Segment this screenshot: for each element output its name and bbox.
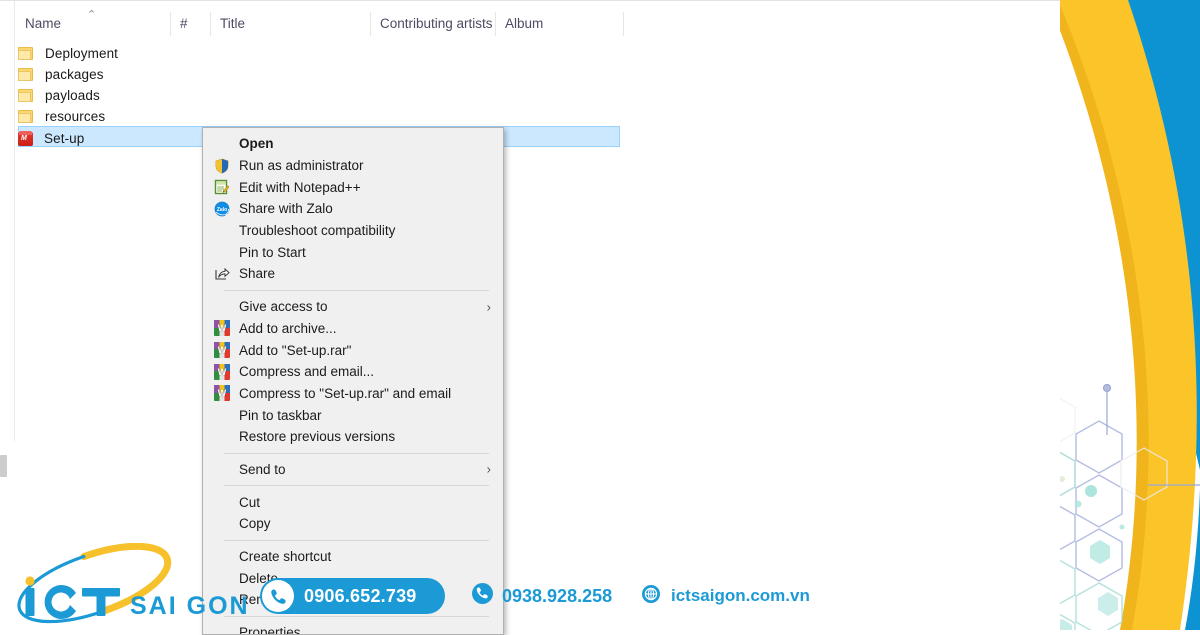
share-icon xyxy=(214,266,230,282)
menu-item-run-as-administrator[interactable]: Run as administrator xyxy=(203,155,503,177)
chevron-right-icon: › xyxy=(486,461,491,477)
list-item[interactable]: payloads xyxy=(18,85,100,106)
uac-shield-icon xyxy=(214,158,230,174)
vertical-scrollbar-thumb[interactable] xyxy=(0,455,7,477)
menu-item-label: Compress and email... xyxy=(239,364,375,380)
file-name-label: Deployment xyxy=(45,46,119,61)
menu-item-label: Run as administrator xyxy=(239,158,364,174)
menu-item-label: Cut xyxy=(239,494,261,510)
file-name-label: payloads xyxy=(45,88,100,103)
menu-item-open[interactable]: Open xyxy=(203,133,503,155)
file-explorer-pane: Name ⌃ # Title Contributing artists Albu… xyxy=(0,0,1060,630)
winrar-icon xyxy=(214,385,230,402)
menu-item-label: Restore previous versions xyxy=(239,429,396,445)
menu-item-label: Troubleshoot compatibility xyxy=(239,223,396,239)
pane-top-border xyxy=(0,0,1060,1)
column-header-bar: Name ⌃ # Title Contributing artists Albu… xyxy=(15,8,1060,39)
menu-item-label: Pin to taskbar xyxy=(239,407,322,423)
svg-text:Zalo: Zalo xyxy=(217,207,227,213)
menu-item-give-access-to[interactable]: Give access to › xyxy=(203,296,503,318)
menu-item-label: Give access to xyxy=(239,299,328,315)
menu-item-label: Share xyxy=(239,266,276,282)
website-url: ictsaigon.com.vn xyxy=(671,586,810,605)
column-header-name[interactable]: Name ⌃ xyxy=(15,8,170,39)
menu-separator xyxy=(224,289,489,291)
menu-separator xyxy=(224,485,489,487)
logo-secondary-text: SAI GON xyxy=(130,592,248,620)
menu-separator xyxy=(224,452,489,454)
menu-item-label: Send to xyxy=(239,461,286,477)
column-header-title-label: Title xyxy=(220,16,246,31)
menu-item-pin-to-start[interactable]: Pin to Start xyxy=(203,241,503,263)
menu-separator xyxy=(224,615,489,617)
column-header-title[interactable]: Title xyxy=(210,8,370,39)
menu-item-add-to-named-archive[interactable]: Add to "Set-up.rar" xyxy=(203,339,503,361)
menu-item-troubleshoot-compatibility[interactable]: Troubleshoot compatibility xyxy=(203,220,503,242)
winrar-icon xyxy=(214,342,230,359)
column-divider[interactable] xyxy=(623,12,624,36)
column-header-album[interactable]: Album xyxy=(495,8,623,39)
globe-icon xyxy=(641,584,661,609)
secondary-phone-number: 0938.928.258 xyxy=(502,585,613,606)
column-header-track-number[interactable]: # xyxy=(170,8,210,39)
menu-item-send-to[interactable]: Send to › xyxy=(203,459,503,481)
folder-icon xyxy=(18,68,34,81)
menu-item-label: Open xyxy=(239,136,274,152)
installer-icon-glyph: M xyxy=(21,135,27,142)
primary-phone-number: 0906.652.739 xyxy=(304,585,417,606)
column-header-contributing-artists-label: Contributing artists xyxy=(380,16,493,31)
column-header-contributing-artists[interactable]: Contributing artists xyxy=(370,8,495,39)
menu-item-restore-previous-versions[interactable]: Restore previous versions xyxy=(203,426,503,448)
menu-item-label: Pin to Start xyxy=(239,244,306,260)
menu-item-label: Create shortcut xyxy=(239,549,332,565)
column-header-name-label: Name xyxy=(25,16,62,31)
menu-item-compress-and-email[interactable]: Compress and email... xyxy=(203,361,503,383)
menu-item-compress-to-named-archive-and-email[interactable]: Compress to "Set-up.rar" and email xyxy=(203,383,503,405)
menu-item-create-shortcut[interactable]: Create shortcut xyxy=(203,546,503,568)
menu-item-label: Copy xyxy=(239,516,271,532)
pane-left-border xyxy=(14,1,15,441)
file-name-label: resources xyxy=(45,109,106,124)
folder-icon xyxy=(18,110,34,123)
menu-item-properties[interactable]: Properties xyxy=(203,622,503,635)
menu-item-label: Edit with Notepad++ xyxy=(239,179,361,195)
installer-icon: M xyxy=(18,131,33,146)
menu-item-label: Share with Zalo xyxy=(239,201,333,217)
menu-separator xyxy=(224,539,489,541)
menu-item-share[interactable]: Share xyxy=(203,263,503,285)
sort-ascending-icon: ⌃ xyxy=(87,9,97,21)
column-header-track-number-label: # xyxy=(180,16,188,31)
chevron-right-icon: › xyxy=(486,299,491,315)
phone-icon xyxy=(262,580,294,612)
list-item[interactable]: packages xyxy=(18,64,104,85)
phone-icon xyxy=(472,583,493,609)
menu-item-share-with-zalo[interactable]: Zalo Share with Zalo xyxy=(203,198,503,220)
notepadpp-icon xyxy=(214,179,230,195)
list-item[interactable]: Deployment xyxy=(18,43,118,64)
menu-item-pin-to-taskbar[interactable]: Pin to taskbar xyxy=(203,404,503,426)
website-link[interactable]: ictsaigon.com.vn xyxy=(641,584,810,608)
file-name-label: packages xyxy=(45,67,104,82)
ict-saigon-logo: SAI GON xyxy=(8,542,248,627)
folder-icon xyxy=(18,89,34,102)
file-name-label: Set-up xyxy=(44,131,85,146)
menu-item-label: Add to "Set-up.rar" xyxy=(239,342,352,358)
primary-phone-badge[interactable]: 0906.652.739 xyxy=(260,578,445,614)
menu-item-copy[interactable]: Copy xyxy=(203,513,503,535)
menu-item-add-to-archive[interactable]: Add to archive... xyxy=(203,318,503,340)
menu-item-cut[interactable]: Cut xyxy=(203,491,503,513)
winrar-icon xyxy=(214,320,230,337)
list-item[interactable]: resources xyxy=(18,106,105,127)
menu-item-label: Add to archive... xyxy=(239,320,337,336)
menu-item-edit-with-notepadpp[interactable]: Edit with Notepad++ xyxy=(203,176,503,198)
zalo-icon: Zalo xyxy=(214,201,230,219)
column-header-album-label: Album xyxy=(505,16,544,31)
list-item-selected[interactable]: M Set-up xyxy=(18,128,84,149)
folder-icon xyxy=(18,47,34,60)
secondary-phone[interactable]: 0938.928.258 xyxy=(472,583,613,609)
menu-item-label: Compress to "Set-up.rar" and email xyxy=(239,385,452,401)
winrar-icon xyxy=(214,363,230,380)
menu-item-label: Properties xyxy=(239,625,301,635)
